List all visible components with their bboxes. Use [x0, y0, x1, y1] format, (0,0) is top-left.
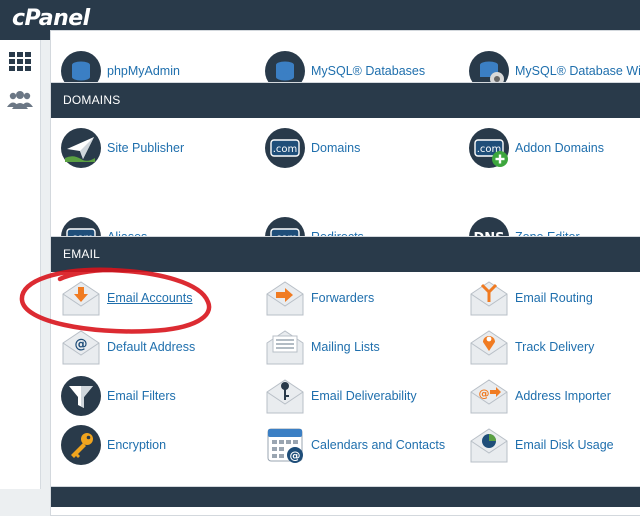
email-routing-label: Email Routing [515, 291, 593, 305]
cpanel-logo[interactable]: cPanel [12, 6, 90, 31]
envelope-list-icon [265, 327, 305, 367]
forwarders-link[interactable]: Forwarders [265, 276, 374, 320]
default-address-label: Default Address [107, 340, 196, 354]
address-importer-link[interactable]: @ Address Importer [469, 374, 611, 418]
email-deliverability-label: Email Deliverability [311, 389, 417, 403]
email-panel: EMAIL Email Accounts Forwarders Email Ro… [50, 236, 640, 516]
domains-link[interactable]: .com Domains [265, 126, 360, 170]
calendars-and-contacts-link[interactable]: @ Calendars and Contacts [265, 423, 445, 467]
svg-text:.com: .com [273, 144, 298, 155]
envelope-down-arrow-icon [61, 278, 101, 318]
main-content: phpMyAdmin MySQL® Databases MySQL® Datab… [50, 30, 640, 516]
phpmyadmin-label: phpMyAdmin [107, 64, 180, 78]
calendar-icon: @ [265, 425, 305, 465]
dotcom-icon: .com [265, 128, 305, 168]
email-disk-usage-label: Email Disk Usage [515, 438, 614, 452]
envelope-routing-icon [469, 278, 509, 318]
domains-label: Domains [311, 141, 361, 155]
mailing-lists-link[interactable]: Mailing Lists [265, 325, 380, 369]
email-filters-label: Email Filters [107, 389, 176, 403]
mailing-lists-label: Mailing Lists [311, 340, 380, 354]
email-disk-usage-link[interactable]: Email Disk Usage [469, 423, 614, 467]
site-publisher-link[interactable]: Site Publisher [61, 126, 184, 170]
key-icon [61, 425, 101, 465]
svg-text:@: @ [75, 337, 88, 352]
dotcom-plus-icon: .com [469, 128, 509, 168]
addon-domains-label: Addon Domains [515, 141, 604, 155]
mysql-databases-label: MySQL® Databases [311, 64, 426, 78]
email-filters-link[interactable]: Email Filters [61, 374, 176, 418]
track-delivery-label: Track Delivery [515, 340, 595, 354]
svg-text:@: @ [290, 449, 301, 462]
envelope-at-icon: @ [61, 327, 101, 367]
envelope-import-icon: @ [469, 376, 509, 416]
paper-plane-icon [61, 128, 101, 168]
addon-domains-link[interactable]: .com Addon Domains [469, 126, 604, 170]
envelope-right-arrow-icon [265, 278, 305, 318]
encryption-link[interactable]: Encryption [61, 423, 166, 467]
site-publisher-label: Site Publisher [107, 141, 185, 155]
email-routing-link[interactable]: Email Routing [469, 276, 593, 320]
calendars-and-contacts-label: Calendars and Contacts [311, 438, 446, 452]
email-panel-title: EMAIL [51, 237, 640, 272]
address-importer-label: Address Importer [515, 389, 611, 403]
envelope-pie-icon [469, 425, 509, 465]
sidebar [0, 40, 41, 489]
funnel-icon [61, 376, 101, 416]
grid-icon[interactable] [6, 50, 34, 76]
default-address-link[interactable]: @ Default Address [61, 325, 195, 369]
encryption-label: Encryption [107, 438, 167, 452]
svg-text:@: @ [479, 387, 490, 400]
next-panel [50, 486, 640, 507]
email-accounts-label: Email Accounts [107, 291, 193, 305]
envelope-pin-icon [469, 327, 509, 367]
forwarders-label: Forwarders [311, 291, 375, 305]
mysql-database-wizard-label: MySQL® Database Wiz [515, 64, 640, 78]
track-delivery-link[interactable]: Track Delivery [469, 325, 594, 369]
domains-panel-title: DOMAINS [51, 83, 640, 118]
envelope-key-icon [265, 376, 305, 416]
email-deliverability-link[interactable]: Email Deliverability [265, 374, 417, 418]
users-icon[interactable] [6, 88, 34, 114]
next-panel-header [51, 487, 640, 507]
email-accounts-link[interactable]: Email Accounts [61, 276, 192, 320]
